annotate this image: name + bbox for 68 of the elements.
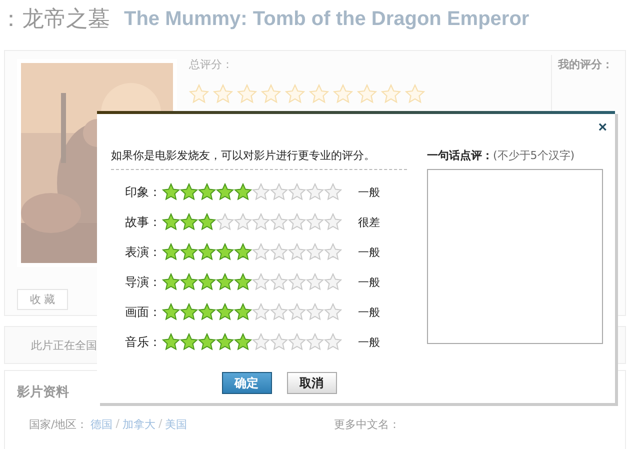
filled-star-icon[interactable]: [216, 333, 234, 351]
country-link[interactable]: 加拿大: [122, 417, 156, 432]
star-icon: [405, 84, 425, 104]
rating-verdict: 很差: [358, 214, 380, 230]
rating-label: 故事：: [125, 214, 162, 230]
filled-star-icon[interactable]: [180, 273, 198, 291]
country-link[interactable]: 德国: [90, 417, 113, 432]
filled-star-icon[interactable]: [198, 213, 216, 231]
filled-star-icon[interactable]: [180, 333, 198, 351]
filled-star-icon[interactable]: [198, 273, 216, 291]
rating-label: 音乐：: [125, 334, 162, 350]
filled-star-icon[interactable]: [234, 243, 252, 261]
filled-star-icon[interactable]: [162, 213, 180, 231]
rating-verdict: 一般: [358, 274, 380, 290]
star-icon: [357, 84, 377, 104]
filled-star-icon[interactable]: [234, 333, 252, 351]
filled-star-icon[interactable]: [162, 333, 180, 351]
rating-label: 表演：: [125, 244, 162, 260]
rating-verdict: 一般: [358, 304, 380, 320]
filled-star-icon[interactable]: [198, 333, 216, 351]
star-icon: [333, 84, 353, 104]
country-label: 国家/地区：: [29, 417, 88, 432]
rating-verdict: 一般: [358, 184, 380, 200]
rating-verdict: 一般: [358, 334, 380, 350]
intro-text: 如果你是电影发烧友，可以对影片进行更专业的评分。: [111, 148, 407, 170]
filled-star-icon[interactable]: [180, 243, 198, 261]
filled-star-icon[interactable]: [234, 303, 252, 321]
my-rating-label: 我的评分：: [558, 58, 613, 71]
filled-star-icon[interactable]: [216, 243, 234, 261]
star-icon: [189, 84, 209, 104]
favorite-button[interactable]: 收 藏: [17, 289, 68, 310]
star-icon: [261, 84, 281, 104]
star-icon: [381, 84, 401, 104]
filled-star-icon[interactable]: [180, 213, 198, 231]
star-icon: [285, 84, 305, 104]
separator: /: [158, 417, 162, 432]
comment-field[interactable]: [427, 169, 603, 344]
filled-star-icon[interactable]: [198, 303, 216, 321]
filled-star-icon[interactable]: [162, 273, 180, 291]
star-icon: [309, 84, 329, 104]
filled-star-icon[interactable]: [180, 303, 198, 321]
movie-title: ：龙帝之墓: [0, 6, 110, 34]
filled-star-icon[interactable]: [198, 183, 216, 201]
more-names-label: 更多中文名：: [334, 417, 400, 432]
filled-star-icon[interactable]: [162, 243, 180, 261]
confirm-button[interactable]: 确定: [222, 372, 272, 394]
filled-star-icon[interactable]: [234, 273, 252, 291]
rating-label: 导演：: [125, 274, 162, 290]
filled-star-icon[interactable]: [198, 243, 216, 261]
star-icon: [237, 84, 257, 104]
country-link[interactable]: 美国: [165, 417, 188, 432]
rating-label: 印象：: [125, 184, 162, 200]
filled-star-icon[interactable]: [216, 183, 234, 201]
star-icon: [213, 84, 233, 104]
filled-star-icon[interactable]: [216, 303, 234, 321]
overall-rating-label: 总评分：: [189, 58, 233, 71]
rating-label: 画面：: [125, 304, 162, 320]
cancel-button[interactable]: 取消: [286, 372, 336, 394]
filled-star-icon[interactable]: [162, 183, 180, 201]
rating-verdict: 一般: [358, 244, 380, 260]
comment-label: 一句话点评：(不少于5个汉字): [427, 148, 576, 163]
filled-star-icon[interactable]: [162, 303, 180, 321]
filled-star-icon[interactable]: [216, 273, 234, 291]
filled-star-icon[interactable]: [234, 183, 252, 201]
notice-text: 此片正在全国: [31, 338, 97, 352]
english-title: The Mummy: Tomb of the Dragon Emperor: [124, 8, 530, 30]
filled-star-icon[interactable]: [180, 183, 198, 201]
separator: /: [116, 417, 120, 432]
